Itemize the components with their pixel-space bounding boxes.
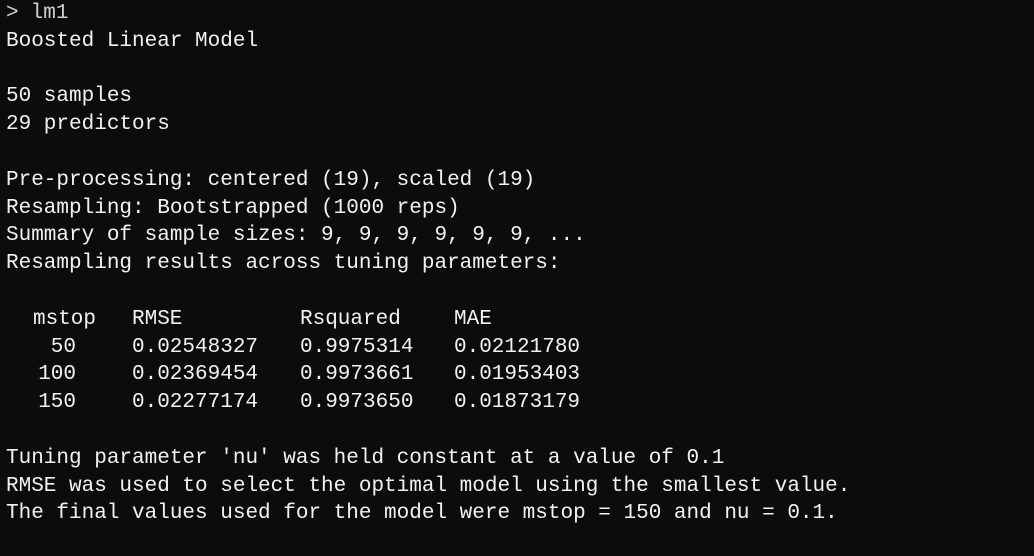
cell-rmse: 0.02548327 <box>132 335 259 359</box>
command-line: > lm1 <box>6 0 1030 28</box>
header-rmse: RMSE <box>132 307 183 331</box>
tuning-note-line: Tuning parameter 'nu' was held constant … <box>6 446 725 470</box>
prompt-symbol: > <box>6 2 19 25</box>
final-values-line: The final values used for the model were… <box>6 502 838 526</box>
selection-line: RMSE was used to select the optimal mode… <box>6 474 851 498</box>
cell-mstop: 100 <box>38 363 76 387</box>
preprocessing-line: Pre-processing: centered (19), scaled (1… <box>6 168 536 192</box>
results-header-line: Resampling results across tuning paramet… <box>6 252 561 276</box>
cell-rmse: 0.02277174 <box>132 391 259 415</box>
cell-rsquared: 0.9973661 <box>300 363 414 387</box>
cell-mae: 0.02121780 <box>454 335 581 359</box>
predictors-line: 29 predictors <box>6 113 170 137</box>
table-header-row: mstop RMSE Rsquared MAE <box>6 306 1030 334</box>
cell-mae: 0.01953403 <box>454 363 581 387</box>
command-text: lm1 <box>30 2 69 25</box>
console-output: > lm1 Boosted Linear Model 50 samples 29 … <box>6 0 1030 528</box>
table-row: 150 0.02277174 0.9973650 0.01873179 <box>6 389 1030 417</box>
cell-mstop: 150 <box>38 391 76 415</box>
sample-sizes-line: Summary of sample sizes: 9, 9, 9, 9, 9, … <box>6 224 586 248</box>
header-rsquared: Rsquared <box>300 307 401 331</box>
cell-rsquared: 0.9975314 <box>300 335 414 359</box>
table-row: 100 0.02369454 0.9973661 0.01953403 <box>6 361 1030 389</box>
table-row: 50 0.02548327 0.9975314 0.02121780 <box>6 334 1030 362</box>
r-console: { "console": { "prompt_symbol": ">", "co… <box>0 0 1034 528</box>
results-table: mstop RMSE Rsquared MAE 50 0.02548327 0.… <box>6 306 1030 417</box>
cell-mstop: 50 <box>50 335 76 359</box>
header-mae: MAE <box>454 307 492 331</box>
samples-line: 50 samples <box>6 85 133 109</box>
cell-rmse: 0.02369454 <box>132 363 259 387</box>
model-title: Boosted Linear Model <box>6 29 259 53</box>
header-mstop: mstop <box>33 307 97 331</box>
resampling-line: Resampling: Bootstrapped (1000 reps) <box>6 196 460 220</box>
cell-mae: 0.01873179 <box>454 391 581 415</box>
cell-rsquared: 0.9973650 <box>300 391 414 415</box>
